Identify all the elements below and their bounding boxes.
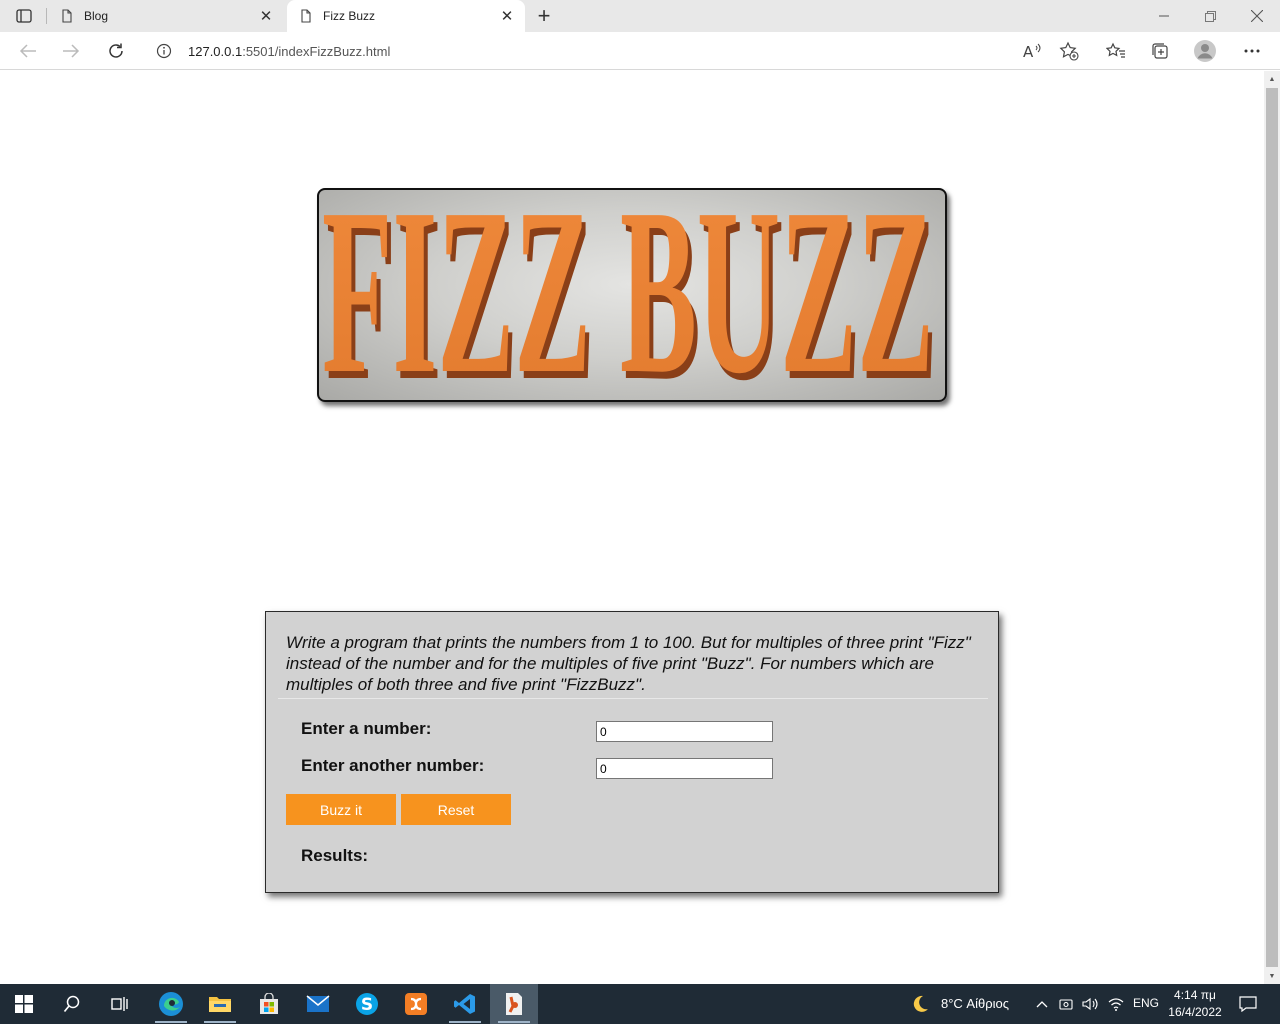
refresh-icon[interactable] — [101, 37, 131, 65]
reset-button[interactable]: Reset — [401, 794, 511, 825]
running-indicator — [204, 1021, 236, 1023]
scroll-thumb[interactable] — [1266, 88, 1278, 967]
meet-now-icon[interactable] — [1055, 984, 1077, 1024]
info-icon[interactable] — [156, 43, 172, 59]
start-windows-icon[interactable] — [0, 984, 48, 1024]
windows-taskbar: S 8°C Αίθριος ENG 4:14 πμ 16/4/2022 — [0, 984, 1280, 1024]
running-indicator — [498, 1021, 530, 1023]
results-label: Results: — [301, 846, 369, 865]
read-aloud-icon[interactable]: A — [1017, 37, 1047, 65]
svg-text:FIZZ BUZZ: FIZZ BUZZ — [322, 190, 934, 400]
task-view-icon[interactable] — [96, 984, 144, 1024]
restore-icon[interactable] — [1187, 0, 1233, 32]
page-icon — [301, 9, 311, 23]
problem-description: Write a program that prints the numbers … — [286, 633, 971, 694]
language-indicator[interactable]: ENG — [1133, 996, 1159, 1010]
vertical-scrollbar[interactable]: ▲ ▼ — [1264, 71, 1280, 984]
file-explorer-icon[interactable] — [196, 984, 244, 1024]
tab-title: Blog — [84, 9, 109, 23]
address-bar[interactable]: 127.0.0.1:5501/indexFizzBuzz.html — [144, 35, 1094, 67]
search-icon[interactable] — [48, 984, 96, 1024]
url-host: 127.0.0.1 — [188, 44, 243, 59]
second-number-label: Enter another number: — [301, 756, 485, 775]
page-icon — [62, 9, 72, 23]
running-indicator — [449, 1021, 481, 1023]
scroll-up-icon[interactable]: ▲ — [1264, 71, 1280, 87]
first-number-label: Enter a number: — [301, 719, 432, 738]
svg-text:A: A — [1023, 43, 1034, 60]
fizz-buzz-logo: FIZZ BUZZ FIZZ BUZZ — [317, 188, 947, 402]
page-viewport: FIZZ BUZZ FIZZ BUZZ Write a program that… — [0, 71, 1264, 984]
tab-strip: Blog ✕ Fizz Buzz ✕ + — [0, 0, 1280, 32]
profile-avatar-icon[interactable] — [1190, 37, 1220, 65]
tab-fizz-buzz[interactable]: Fizz Buzz ✕ — [287, 0, 525, 32]
tab-actions-icon[interactable] — [8, 6, 40, 26]
tab-title: Fizz Buzz — [323, 9, 376, 23]
chevron-up-icon[interactable] — [1030, 984, 1054, 1024]
first-number-input[interactable] — [596, 721, 773, 742]
url-text[interactable]: 127.0.0.1:5501/indexFizzBuzz.html — [188, 44, 390, 59]
minimize-icon[interactable] — [1141, 0, 1187, 32]
tab-blog[interactable]: Blog ✕ — [48, 0, 284, 32]
back-icon[interactable] — [13, 37, 43, 65]
moon-weather-icon[interactable] — [898, 984, 942, 1024]
svg-text:S: S — [361, 995, 373, 1015]
new-tab-button[interactable]: + — [531, 3, 557, 28]
microsoft-store-icon[interactable] — [245, 984, 293, 1024]
divider — [278, 698, 988, 699]
add-favorite-icon[interactable] — [1054, 37, 1084, 65]
skype-icon[interactable]: S — [343, 984, 391, 1024]
edge-browser-icon[interactable] — [147, 984, 195, 1024]
forward-icon[interactable] — [56, 37, 86, 65]
vs-code-icon[interactable] — [441, 984, 489, 1024]
volume-icon[interactable] — [1078, 984, 1102, 1024]
fizzbuzz-form-panel: Write a program that prints the numbers … — [265, 611, 999, 893]
logo-lettering: FIZZ BUZZ FIZZ BUZZ — [322, 190, 938, 400]
url-path: :5501/indexFizzBuzz.html — [242, 44, 391, 59]
tab-separator — [46, 8, 47, 24]
favorites-icon[interactable] — [1101, 37, 1131, 65]
collections-icon[interactable] — [1145, 37, 1175, 65]
buzz-it-button[interactable]: Buzz it — [286, 794, 396, 825]
close-tab-icon[interactable]: ✕ — [495, 4, 519, 28]
notification-icon[interactable] — [1228, 984, 1268, 1024]
close-tab-icon[interactable]: ✕ — [254, 4, 278, 28]
running-indicator — [155, 1021, 187, 1023]
mail-icon[interactable] — [294, 984, 342, 1024]
close-window-icon[interactable] — [1234, 0, 1280, 32]
clock-date[interactable]: 16/4/2022 — [1166, 1005, 1224, 1019]
clock-time[interactable]: 4:14 πμ — [1170, 988, 1220, 1002]
active-app-icon[interactable] — [490, 984, 538, 1024]
weather-text[interactable]: 8°C Αίθριος — [941, 996, 1009, 1011]
settings-more-icon[interactable] — [1237, 37, 1267, 65]
xampp-icon[interactable] — [392, 984, 440, 1024]
browser-toolbar: 127.0.0.1:5501/indexFizzBuzz.html A — [0, 32, 1280, 70]
wifi-icon[interactable] — [1104, 984, 1128, 1024]
second-number-input[interactable] — [596, 758, 773, 779]
scroll-down-icon[interactable]: ▼ — [1264, 968, 1280, 984]
